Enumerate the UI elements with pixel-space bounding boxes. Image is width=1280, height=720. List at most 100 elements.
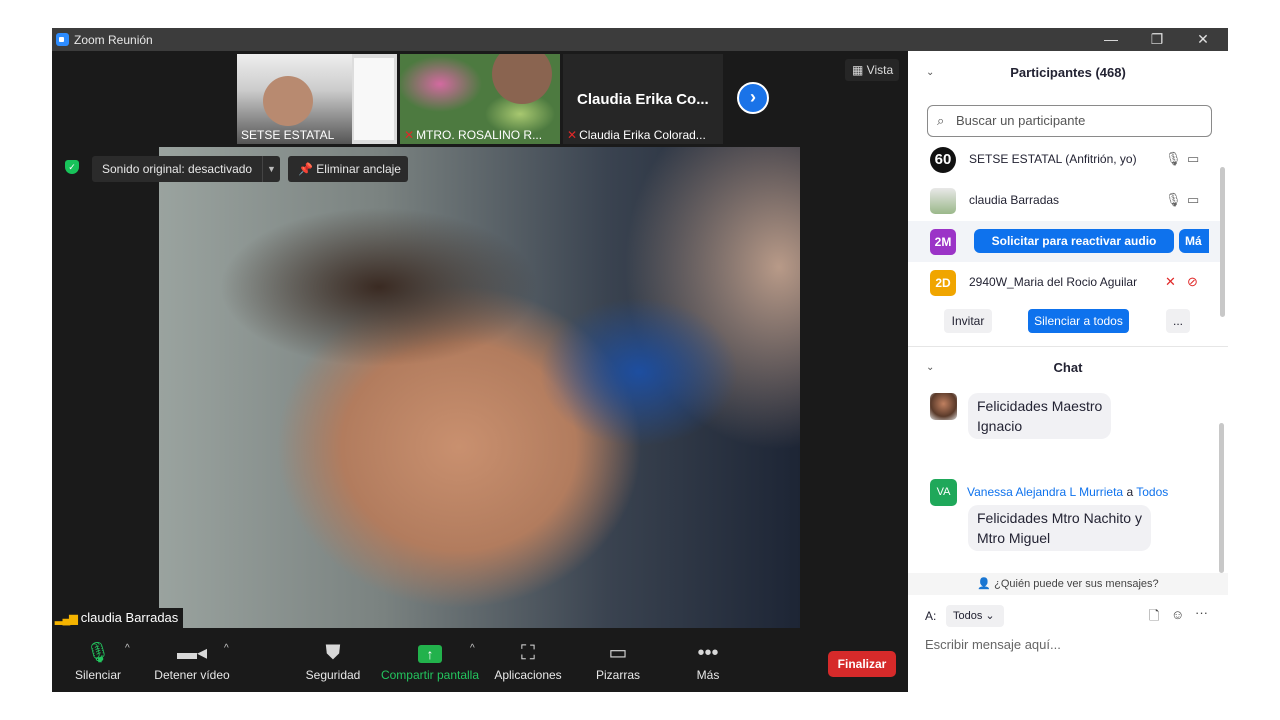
who-can-see-label: ¿Quién puede ver sus mensajes? (994, 578, 1159, 590)
stop-video-button[interactable]: ▬◂ Detener vídeo (152, 638, 232, 692)
meeting-toolbar: 🎙 Silenciar ^ ▬◂ Detener vídeo ^ ⛊ Segur… (52, 638, 908, 692)
collapse-chevron-icon[interactable]: ⌄ (926, 53, 934, 93)
chat-message-input[interactable]: Escribir mensaje aquí... (925, 637, 1061, 652)
participants-more-button[interactable]: ... (1166, 309, 1190, 333)
thumbnail-name: SETSE ESTATAL (241, 128, 335, 142)
file-icon[interactable]: 🗋 (1149, 607, 1159, 629)
collapse-chevron-icon[interactable]: ⌄ (926, 348, 934, 388)
next-page-button[interactable]: › (737, 82, 769, 114)
participant-name: 2940W_Maria del Rocio Aguilar (969, 275, 1138, 289)
security-button[interactable]: ⛊ Seguridad (302, 638, 364, 692)
chevron-down-icon[interactable]: ▼ (262, 156, 280, 182)
share-screen-label: Compartir pantalla (380, 668, 480, 682)
participant-name: SETSE ESTATAL (Anfitrión, yo) (969, 152, 1137, 166)
recipient-label: A: (925, 609, 937, 623)
participant-search-input[interactable]: ⌕ Buscar un participante (927, 105, 1212, 137)
video-camera-icon[interactable]: ▭ (1187, 192, 1199, 208)
participant-display-name: Claudia Erika Co... (577, 91, 709, 108)
chevron-down-icon: ⌄ (985, 610, 995, 622)
participant-thumbnail[interactable]: ✕ MTRO. ROSALINO R... (400, 54, 560, 144)
participant-row[interactable]: claudia Barradas 🎙 ▭ (908, 180, 1220, 221)
avatar: 2M (930, 229, 956, 255)
zoom-logo-icon (56, 33, 69, 46)
view-button[interactable]: ▦ Vista (845, 59, 899, 81)
audio-options-caret[interactable]: ^ (125, 643, 130, 654)
apps-button[interactable]: ⛶ Aplicaciones (492, 638, 564, 692)
video-camera-icon: ▬◂ (176, 642, 208, 664)
more-options-icon[interactable]: ··· (1195, 605, 1208, 620)
whiteboards-label: Pizarras (595, 668, 640, 682)
chat-message: Felicidades Mtro Nachito y Mtro Miguel (968, 505, 1151, 551)
encryption-shield-icon[interactable]: ✓ (65, 160, 79, 174)
video-background-object (539, 297, 739, 447)
minimize-button[interactable]: — (1088, 28, 1134, 51)
mute-all-button[interactable]: Silenciar a todos (1028, 309, 1129, 333)
share-options-caret[interactable]: ^ (470, 643, 475, 654)
video-options-caret[interactable]: ^ (224, 643, 229, 654)
chat-sender-name[interactable]: Vanessa Alejandra L Murrieta (967, 485, 1123, 499)
chat-message-line: Ignacio (977, 418, 1023, 434)
pin-icon: 📌 (298, 162, 317, 176)
emoji-icon[interactable]: ☺ (1171, 607, 1184, 622)
video-camera-icon[interactable]: ▭ (1187, 151, 1199, 167)
avatar (930, 393, 957, 420)
participant-row[interactable]: 60 SETSE ESTATAL (Anfitrión, yo) 🎙 ▭ (908, 139, 1220, 180)
chat-sender-line: Vanessa Alejandra L Murrieta a Todos (967, 485, 1168, 499)
window-title: Zoom Reunión (74, 33, 153, 47)
close-button[interactable]: ✕ (1180, 28, 1226, 51)
view-label: Vista (866, 63, 894, 77)
more-button[interactable]: ••• Más (688, 638, 728, 692)
thumbnail-name: ✕ Claudia Erika Colorad... (567, 128, 706, 142)
microphone-icon[interactable]: 🎙 (1165, 151, 1182, 167)
participant-thumbnail[interactable]: SETSE ESTATAL (237, 54, 397, 144)
chat-scrollbar[interactable] (1219, 423, 1224, 573)
who-can-see-link[interactable]: 👤 ¿Quién puede ver sus mensajes? (908, 573, 1228, 595)
grid-icon: ▦ (852, 63, 867, 77)
panel-divider (908, 346, 1228, 347)
microphone-muted-icon[interactable]: ✕ (1165, 274, 1176, 290)
invite-button[interactable]: Invitar (944, 309, 992, 333)
microphone-icon: 🎙 (85, 642, 111, 664)
recipient-value: Todos (953, 610, 983, 622)
chat-recipient[interactable]: Todos (1136, 485, 1168, 499)
person-info-icon: 👤 (977, 578, 995, 590)
microphone-icon[interactable]: 🎙 (1165, 192, 1182, 208)
mic-muted-icon: ✕ (404, 128, 415, 142)
chat-title: Chat (1053, 360, 1083, 375)
audio-level-icon: ▂▄▆ (55, 613, 78, 625)
end-meeting-button[interactable]: Finalizar (828, 651, 896, 677)
video-subject-hair (219, 207, 539, 367)
restore-button[interactable]: ❐ (1134, 28, 1180, 51)
speaker-name: claudia Barradas (80, 610, 179, 625)
meeting-area: SETSE ESTATAL ✕ MTRO. ROSALINO R... Claud… (52, 51, 908, 692)
apps-icon: ⛶ (521, 642, 535, 664)
recipient-select[interactable]: Todos ⌄ (946, 605, 1004, 627)
participant-more-button[interactable]: Má (1179, 229, 1209, 253)
share-screen-icon: ↑ (378, 638, 482, 668)
mute-label: Silenciar (74, 668, 122, 682)
security-label: Seguridad (305, 668, 361, 682)
whiteboards-button[interactable]: ▭ Pizarras (592, 638, 644, 692)
chat-header: ⌄ Chat (908, 348, 1228, 388)
title-bar: Zoom Reunión — ❐ ✕ (52, 28, 1228, 51)
zoom-window: Zoom Reunión — ❐ ✕ SETSE ESTATAL ✕ MTRO. … (52, 28, 1228, 692)
avatar (930, 188, 956, 214)
participant-row[interactable]: 2M Solicitar para reactivar audio Má (908, 221, 1220, 262)
video-off-icon[interactable]: ⊘ (1187, 274, 1198, 290)
ellipsis-icon: ••• (697, 642, 719, 664)
thumbnail-name-text: Claudia Erika Colorad... (579, 128, 706, 142)
active-speaker-video (159, 147, 800, 628)
participant-row[interactable]: 2D 2940W_Maria del Rocio Aguilar ✕ ⊘ (908, 262, 1220, 303)
request-unmute-button[interactable]: Solicitar para reactivar audio (974, 229, 1174, 253)
mute-button[interactable]: 🎙 Silenciar (72, 638, 124, 692)
share-screen-button[interactable]: ↑ Compartir pantalla (378, 638, 482, 692)
chat-connector: a (1126, 485, 1134, 499)
thumbnail-name-text: MTRO. ROSALINO R... (416, 128, 543, 142)
participant-thumbnail[interactable]: Claudia Erika Co... ✕ Claudia Erika Color… (563, 54, 723, 144)
avatar: 2D (930, 270, 956, 296)
original-sound-toggle[interactable]: Sonido original: desactivado ▼ (92, 156, 280, 182)
participants-scrollbar[interactable] (1220, 167, 1225, 317)
avatar: 60 (930, 147, 956, 173)
unpin-button[interactable]: 📌 Eliminar anclaje (288, 156, 408, 182)
original-sound-label: Sonido original: desactivado (102, 162, 253, 176)
